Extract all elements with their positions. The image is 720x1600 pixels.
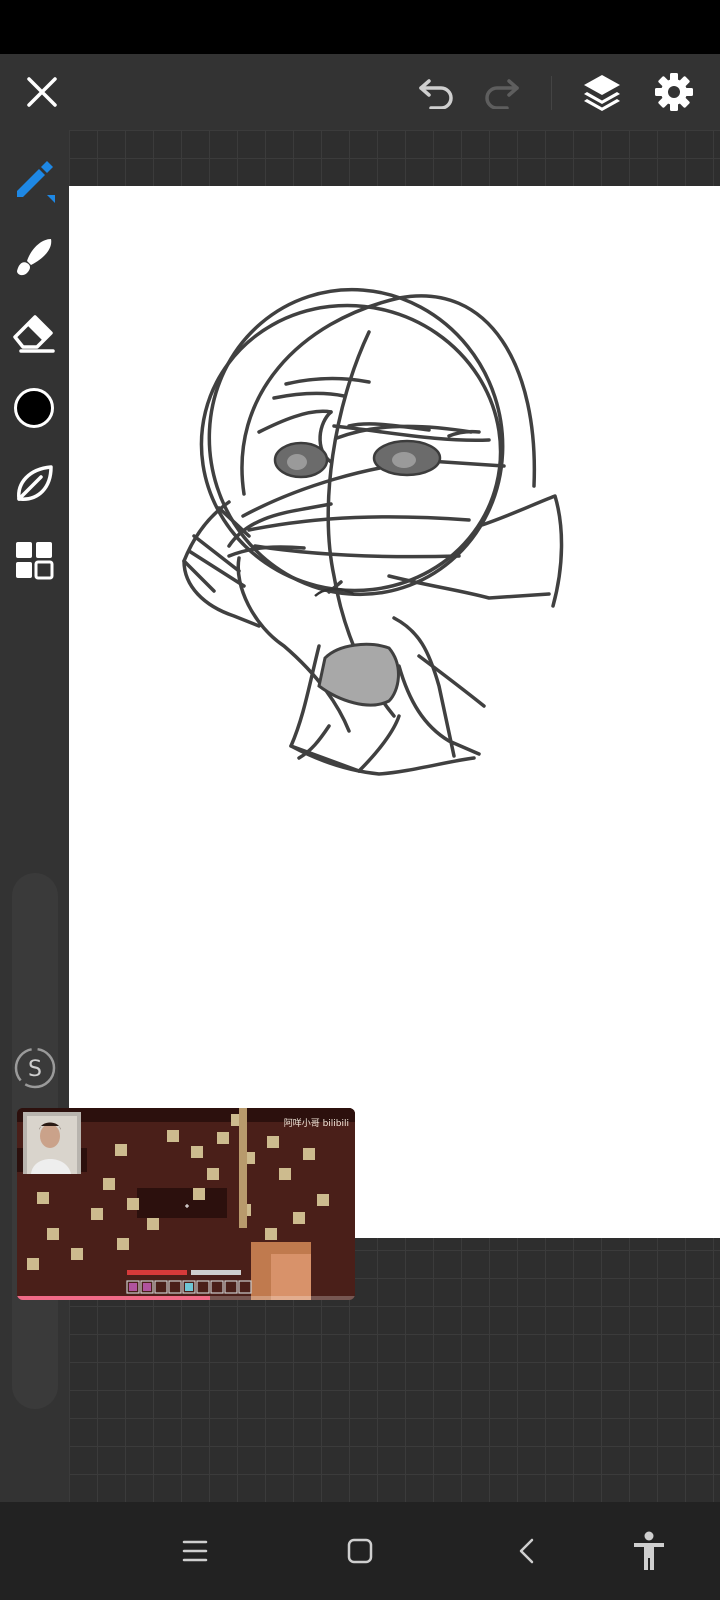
home-button[interactable] <box>325 1502 395 1600</box>
eraser-icon <box>13 315 55 353</box>
menu-icon <box>182 1540 208 1562</box>
close-button[interactable] <box>14 54 70 130</box>
pip-progress-bar <box>17 1296 210 1300</box>
gear-icon <box>655 73 693 111</box>
color-swatch <box>14 388 54 428</box>
recent-apps-button[interactable] <box>160 1502 230 1600</box>
drawing-canvas[interactable] <box>69 186 720 1238</box>
color-picker-button[interactable] <box>6 380 62 436</box>
back-icon <box>519 1538 534 1564</box>
accessibility-icon <box>634 1531 664 1570</box>
redo-icon <box>485 79 519 109</box>
layers-icon <box>584 75 620 111</box>
redo-button[interactable] <box>473 54 529 130</box>
brush-tool-button[interactable] <box>6 228 62 284</box>
leaf-tool-button[interactable] <box>6 456 62 512</box>
back-button[interactable] <box>492 1502 562 1600</box>
leaf-icon <box>17 465 53 501</box>
gallery-button[interactable] <box>6 532 62 588</box>
s-circle-icon: S <box>14 1047 56 1089</box>
svg-text:S: S <box>28 1057 42 1082</box>
video-frame <box>17 1108 355 1300</box>
status-bar <box>0 0 720 54</box>
home-icon <box>347 1538 373 1564</box>
pip-video-player[interactable]: 阿咩小哥 bilibili <box>17 1108 355 1300</box>
close-icon <box>27 77 57 107</box>
accessibility-button[interactable] <box>614 1502 684 1600</box>
sketch-drawing <box>182 287 564 776</box>
toolbar-divider <box>551 76 552 110</box>
layers-button[interactable] <box>574 54 630 130</box>
settings-button[interactable] <box>646 54 702 130</box>
pen-icon <box>17 161 55 203</box>
pen-tool-button[interactable] <box>6 152 62 208</box>
system-nav-bar <box>0 1502 720 1600</box>
pip-watermark: 阿咩小哥 bilibili <box>283 1119 349 1129</box>
undo-button[interactable] <box>409 54 465 130</box>
eraser-tool-button[interactable] <box>6 304 62 360</box>
brush-icon <box>17 239 52 276</box>
top-toolbar <box>0 54 720 130</box>
grid-icon <box>16 542 54 580</box>
undo-icon <box>419 79 453 109</box>
symmetry-button[interactable]: S <box>13 1046 57 1090</box>
